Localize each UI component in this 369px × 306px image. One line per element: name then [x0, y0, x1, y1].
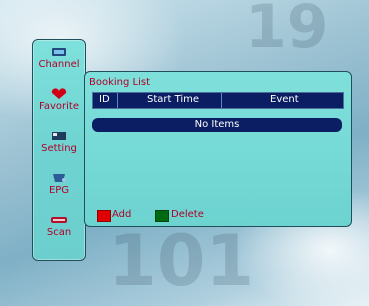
epg-icon [53, 174, 66, 182]
sidebar-item-label: Channel [38, 59, 80, 70]
sidebar-item-setting[interactable]: Setting [33, 130, 85, 154]
sidebar-item-label: Setting [41, 143, 77, 154]
green-key-icon [155, 210, 169, 222]
column-header-event: Event [270, 94, 299, 105]
heart-icon [51, 88, 67, 99]
column-header-id: ID [99, 94, 110, 105]
sidebar-item-favorite[interactable]: Favorite [33, 88, 85, 112]
sidebar-item-label: Scan [46, 227, 72, 238]
column-header-start-time: Start Time [147, 94, 200, 105]
setting-icon [52, 132, 66, 140]
delete-legend-label: Delete [171, 209, 204, 220]
channel-icon [52, 48, 66, 56]
booking-list-panel: Booking List ID Start Time Event No Item… [84, 71, 352, 227]
red-key-icon [97, 210, 111, 222]
column-divider [117, 93, 118, 108]
main-menu-sidebar: Channel Favorite Setting EPG Scan [32, 39, 86, 261]
background-digits: 19 [245, 0, 329, 62]
column-divider [221, 93, 222, 108]
sidebar-item-label: Favorite [39, 101, 79, 112]
empty-list-message: No Items [92, 118, 342, 132]
sidebar-item-scan[interactable]: Scan [33, 214, 85, 238]
add-legend-label: Add [112, 209, 132, 220]
sidebar-item-epg[interactable]: EPG [33, 172, 85, 196]
table-header: ID Start Time Event [92, 92, 344, 109]
sidebar-item-label: EPG [48, 185, 70, 196]
sidebar-item-channel[interactable]: Channel [33, 46, 85, 70]
background-digits: 101 [108, 220, 255, 302]
panel-title: Booking List [89, 77, 151, 88]
scan-icon [51, 217, 67, 223]
